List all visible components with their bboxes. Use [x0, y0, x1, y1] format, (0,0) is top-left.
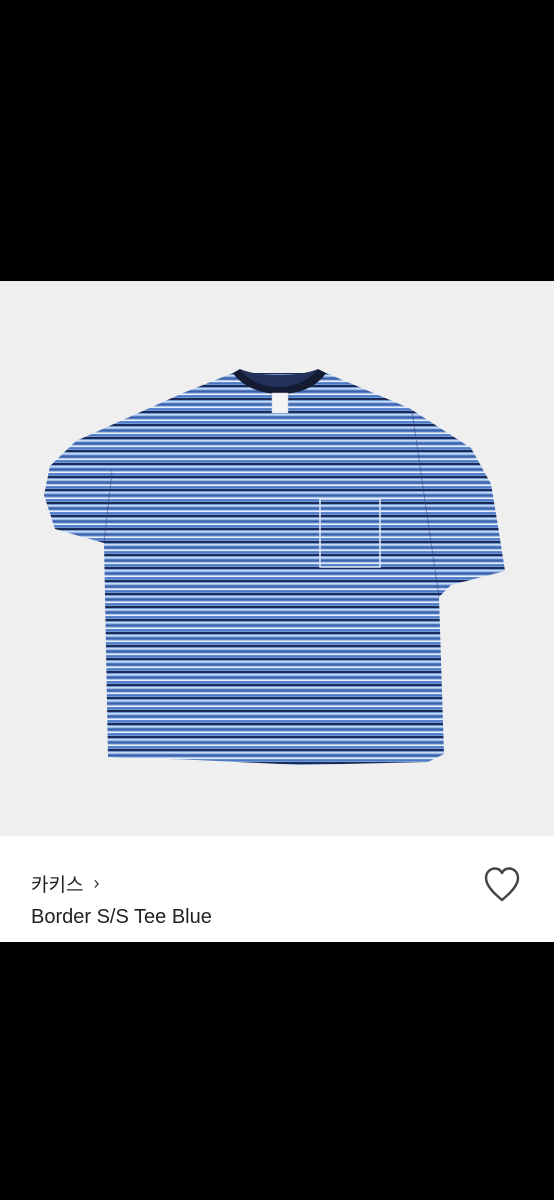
product-image[interactable]: [0, 281, 554, 836]
heart-outline-icon: [484, 867, 520, 902]
chevron-right-icon: ›: [93, 873, 100, 893]
top-black-area: [0, 0, 554, 281]
brand-link[interactable]: 카키스 ›: [31, 870, 99, 897]
wishlist-button[interactable]: [482, 866, 522, 904]
brand-name[interactable]: 카키스: [31, 870, 83, 897]
tee-body: [44, 373, 505, 765]
tee-shirt-image: [44, 369, 505, 765]
tee-label: [271, 392, 289, 414]
bottom-black-area: [0, 942, 554, 1200]
product-title: Border S/S Tee Blue: [31, 906, 212, 928]
